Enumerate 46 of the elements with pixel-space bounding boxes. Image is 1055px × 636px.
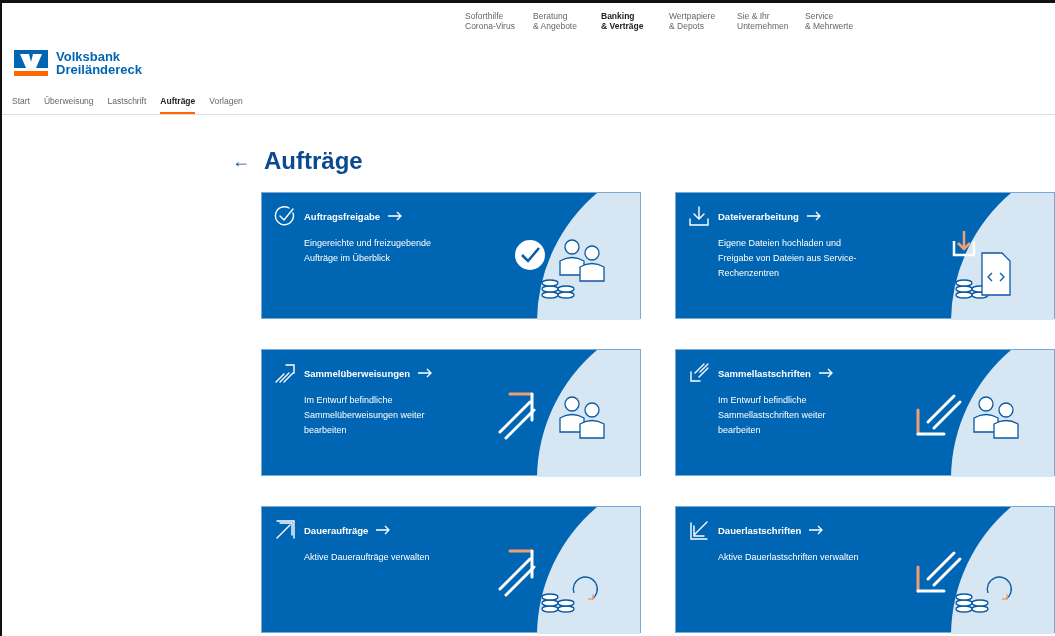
card-description: Im Entwurf befindliche Sammelüberweisungen weiter bearbeiten: [304, 394, 426, 437]
order-card[interactable]: Daueraufträge Aktive Daueraufträge verwalten: [261, 506, 641, 633]
arrow-right-icon: [806, 211, 821, 221]
main-nav-link[interactable]: Banking & Verträge: [601, 3, 669, 31]
card-description: Eigene Dateien hochladen und Freigabe von Dateien aus Service-Rechenzentren: [718, 237, 858, 280]
card-description: Eingereichte und freizugebende Aufträge im Überblick: [304, 237, 433, 265]
bank-name: Volksbank Dreiländereck: [56, 50, 142, 76]
back-link[interactable]: ←: [232, 150, 250, 172]
sub-nav-tab[interactable]: Vorlagen: [209, 96, 243, 114]
main-nav-link[interactable]: Service & Mehrwerte: [805, 3, 873, 31]
arrow-right-icon: [418, 368, 433, 378]
card-title: Dateiverarbeitung: [718, 210, 799, 222]
card-description: Aktive Daueraufträge verwalten: [304, 551, 431, 564]
main-nav-link[interactable]: Soforthilfe Corona-Virus: [465, 3, 533, 31]
bank-logo-icon: [14, 50, 48, 76]
main-nav-link[interactable]: Sie & Ihr Unternehmen: [737, 3, 805, 31]
sub-nav-tab[interactable]: Lastschrift: [107, 96, 147, 114]
card-title: Sammellastschriften: [718, 367, 811, 379]
card-title: Daueraufträge: [304, 524, 369, 536]
arrow-right-icon: [818, 368, 833, 378]
double-arrow-up-right-icon: [274, 362, 296, 384]
card-title: Auftragsfreigabe: [304, 210, 380, 222]
sub-nav-tab[interactable]: Start: [12, 96, 30, 114]
double-arrow-down-left-icon: [688, 362, 710, 384]
illustration-drawing: [952, 229, 1011, 299]
card-title: Dauerlastschriften: [718, 524, 802, 536]
sub-nav-tab[interactable]: Aufträge: [160, 96, 196, 114]
order-card[interactable]: Auftragsfreigabe Eingereichte und freizugebende Aufträge im Überblick: [261, 192, 641, 319]
check-circle-icon: [274, 205, 296, 227]
card-description: Im Entwurf befindliche Sammellastschriften weiter bearbeiten: [718, 394, 827, 437]
arrow-right-icon: [809, 525, 824, 535]
page-title: Aufträge: [264, 147, 363, 175]
main-nav-link[interactable]: Beratung & Angebote: [533, 3, 601, 31]
main-nav-link[interactable]: Wertpapiere & Depots: [669, 3, 737, 31]
card-description: Aktive Dauerlastschriften verwalten: [718, 551, 860, 564]
order-card[interactable]: Dauerlastschriften Aktive Dauerlastschriften verwalten: [675, 506, 1055, 633]
card-title: Sammelüberweisungen: [304, 367, 411, 379]
arrow-down-left-icon: [688, 519, 710, 541]
order-card[interactable]: Dateiverarbeitung Eigene Dateien hochladen und Freigabe von Dateien aus Service-Rechenzentren: [675, 192, 1055, 319]
arrow-up-right-icon: [274, 519, 296, 541]
arrow-right-icon: [388, 211, 402, 221]
download-icon: [688, 205, 710, 227]
sub-nav-tab[interactable]: Überweisung: [43, 96, 94, 114]
arrow-right-icon: [376, 525, 391, 535]
order-card[interactable]: Sammelüberweisungen Im Entwurf befindliche Sammelüberweisungen weiter bearbeiten: [261, 349, 641, 476]
order-card[interactable]: Sammellastschriften Im Entwurf befindliche Sammellastschriften weiter bearbeiten: [675, 349, 1055, 476]
